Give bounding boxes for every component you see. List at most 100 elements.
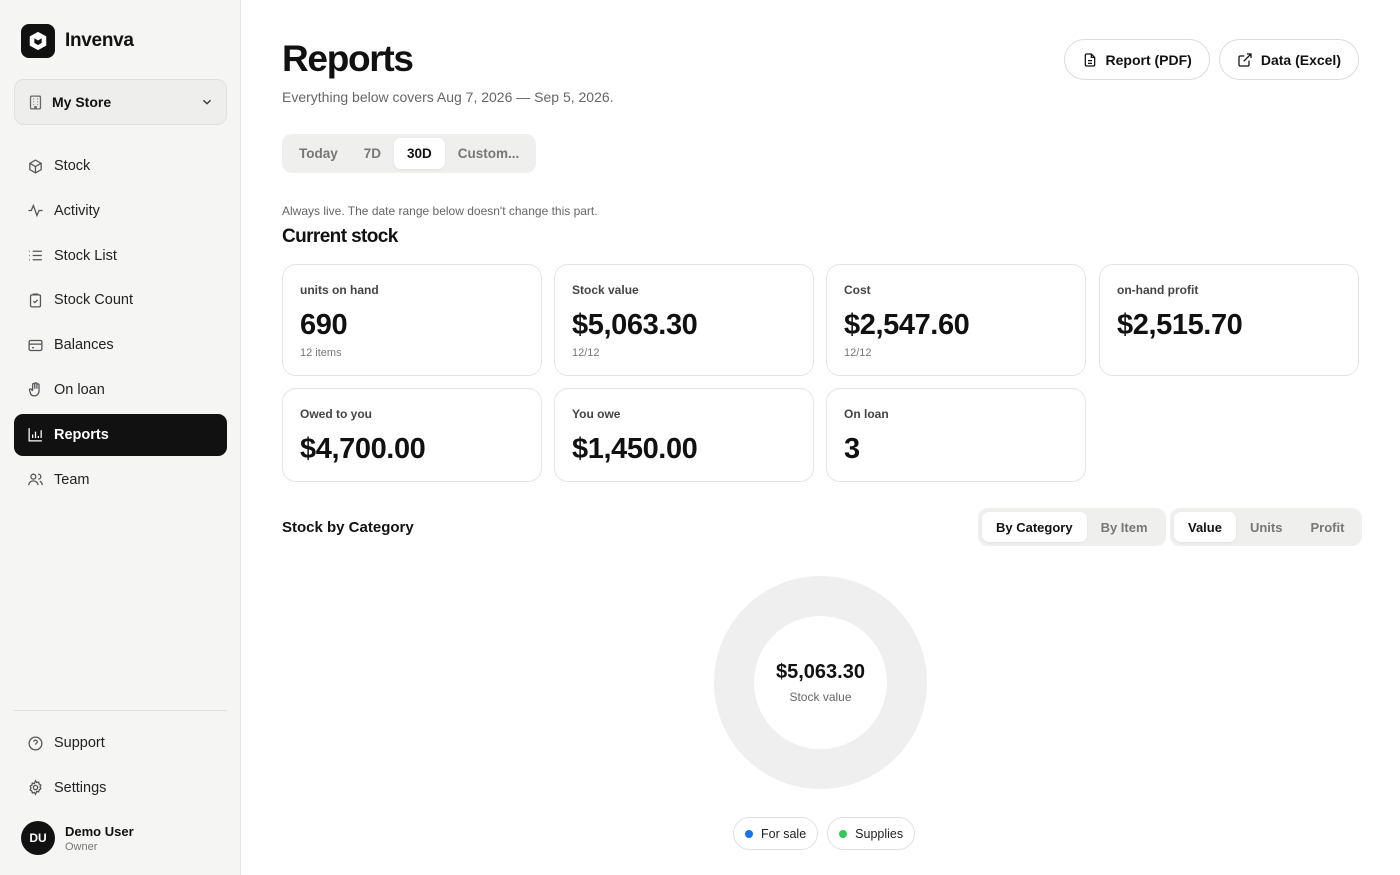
sidebar-item-label: Settings	[54, 779, 107, 796]
donut-center-label: Stock value	[789, 690, 852, 704]
stat-label: On loan	[844, 407, 889, 421]
legend-dot	[839, 829, 848, 838]
stat-value: 3	[844, 433, 860, 465]
user-role: Owner	[65, 840, 98, 853]
sidebar-nav: Stock Activity Stock List Stock Count Ba…	[14, 145, 227, 503]
sidebar-item-support[interactable]: Support	[14, 722, 227, 764]
page-title: Reports	[282, 38, 414, 79]
date-range-tabs: Today 7D 30D Custom...	[282, 134, 537, 173]
stat-label: Owed to you	[300, 407, 372, 421]
legend-label: For sale	[761, 826, 807, 841]
tab-by-category[interactable]: By Category	[982, 512, 1087, 542]
credit-card-icon	[26, 336, 44, 354]
stat-card-you-owe: You owe $1,450.00	[554, 388, 814, 482]
sidebar-item-stock-count[interactable]: Stock Count	[14, 279, 227, 321]
stat-card-owed-to-you: Owed to you $4,700.00	[282, 388, 542, 482]
stat-subtext: 12/12	[844, 347, 872, 359]
activity-icon	[26, 202, 44, 220]
sidebar-item-reports[interactable]: Reports	[14, 413, 227, 456]
tab-profit[interactable]: Profit	[1296, 512, 1358, 542]
stat-card-on-loan: On loan 3	[826, 388, 1086, 482]
sidebar-item-label: Stock Count	[54, 292, 133, 309]
building-icon	[27, 94, 44, 111]
sidebar-item-label: On loan	[54, 381, 105, 398]
external-link-icon	[1237, 52, 1253, 68]
sidebar-item-stock-list[interactable]: Stock List	[14, 235, 227, 277]
box-icon	[26, 157, 44, 175]
donut-center: $5,063.30 Stock value	[714, 576, 927, 789]
sidebar-item-stock[interactable]: Stock	[14, 145, 227, 187]
sidebar-item-label: Team	[54, 471, 90, 488]
chevron-down-icon	[200, 95, 214, 109]
donut-center-value: $5,063.30	[776, 661, 865, 683]
sidebar-item-settings[interactable]: Settings	[14, 767, 227, 809]
export-pdf-button[interactable]: Report (PDF)	[1063, 39, 1210, 80]
user-name: Demo User	[65, 823, 134, 839]
stat-subtext: 12 items	[300, 347, 342, 359]
store-selector-label: My Store	[52, 94, 112, 110]
list-icon	[26, 247, 44, 265]
tab-30d[interactable]: 30D	[394, 138, 445, 169]
brand[interactable]: Invenva	[21, 24, 134, 58]
stat-card-on-hand-profit: on-hand profit $2,515.70	[1099, 264, 1359, 376]
file-icon	[1082, 52, 1098, 68]
donut-chart: $5,063.30 Stock value	[714, 576, 927, 789]
tab-today[interactable]: Today	[286, 138, 351, 169]
hand-icon	[26, 381, 44, 399]
help-circle-icon	[26, 734, 44, 752]
stat-value: $1,450.00	[572, 433, 698, 465]
stat-label: on-hand profit	[1117, 283, 1199, 297]
legend-label: Supplies	[855, 826, 904, 841]
bar-chart-icon	[26, 426, 44, 444]
tab-by-item[interactable]: By Item	[1087, 512, 1162, 542]
stat-label: Cost	[844, 283, 871, 297]
header-actions: Report (PDF) Data (Excel)	[1063, 39, 1359, 80]
stat-card-stock-value: Stock value $5,063.30 12/12	[554, 264, 814, 376]
tab-7d[interactable]: 7D	[351, 138, 394, 169]
tab-units[interactable]: Units	[1236, 512, 1297, 542]
stat-value: $2,547.60	[844, 309, 970, 341]
clipboard-check-icon	[26, 291, 44, 309]
export-excel-label: Data (Excel)	[1260, 51, 1341, 68]
sidebar-item-label: Balances	[54, 337, 114, 354]
sidebar-bottom-nav: Support Settings	[14, 722, 227, 812]
app-name: Invenva	[65, 30, 134, 51]
stat-label: units on hand	[300, 283, 379, 297]
stat-subtext: 12/12	[572, 347, 600, 359]
chart-legend: For sale Supplies	[733, 817, 916, 850]
sidebar-item-balances[interactable]: Balances	[14, 324, 227, 366]
legend-item-for-sale[interactable]: For sale	[733, 817, 819, 850]
page-subtitle: Everything below covers Aug 7, 2026 — Se…	[282, 89, 614, 105]
sidebar-item-label: Stock List	[54, 247, 117, 264]
tab-custom[interactable]: Custom...	[445, 138, 533, 169]
sidebar-item-on-loan[interactable]: On loan	[14, 369, 227, 411]
group-by-tabs: By Category By Item	[978, 508, 1166, 546]
stat-card-cost: Cost $2,547.60 12/12	[826, 264, 1086, 376]
sidebar-item-activity[interactable]: Activity	[14, 190, 227, 232]
app-logo-icon	[21, 24, 55, 58]
metric-tabs: Value Units Profit	[1170, 508, 1363, 546]
stat-value: $5,063.30	[572, 309, 698, 341]
section-title-current-stock: Current stock	[282, 226, 398, 247]
stat-value: $2,515.70	[1117, 309, 1243, 341]
sidebar: Invenva My Store Stock Activity Stock Li…	[0, 0, 241, 875]
sidebar-divider	[14, 710, 227, 711]
sidebar-item-label: Stock	[54, 158, 91, 174]
stat-label: You owe	[572, 407, 621, 421]
stat-value: 690	[300, 309, 348, 341]
live-note: Always live. The date range below doesn'…	[282, 204, 598, 218]
tab-value[interactable]: Value	[1174, 512, 1236, 542]
user-profile[interactable]: DU Demo User Owner	[21, 821, 134, 855]
gear-icon	[26, 779, 44, 797]
legend-item-supplies[interactable]: Supplies	[827, 817, 916, 850]
sidebar-item-label: Activity	[54, 202, 100, 219]
export-pdf-label: Report (PDF)	[1105, 51, 1192, 68]
main-content: Reports Everything below covers Aug 7, 2…	[282, 0, 1363, 875]
stat-value: $4,700.00	[300, 433, 426, 465]
export-excel-button[interactable]: Data (Excel)	[1218, 39, 1359, 80]
legend-dot	[745, 829, 753, 838]
stat-label: Stock value	[572, 283, 639, 297]
users-icon	[26, 471, 44, 489]
sidebar-item-team[interactable]: Team	[14, 459, 227, 501]
store-selector[interactable]: My Store	[14, 79, 227, 125]
